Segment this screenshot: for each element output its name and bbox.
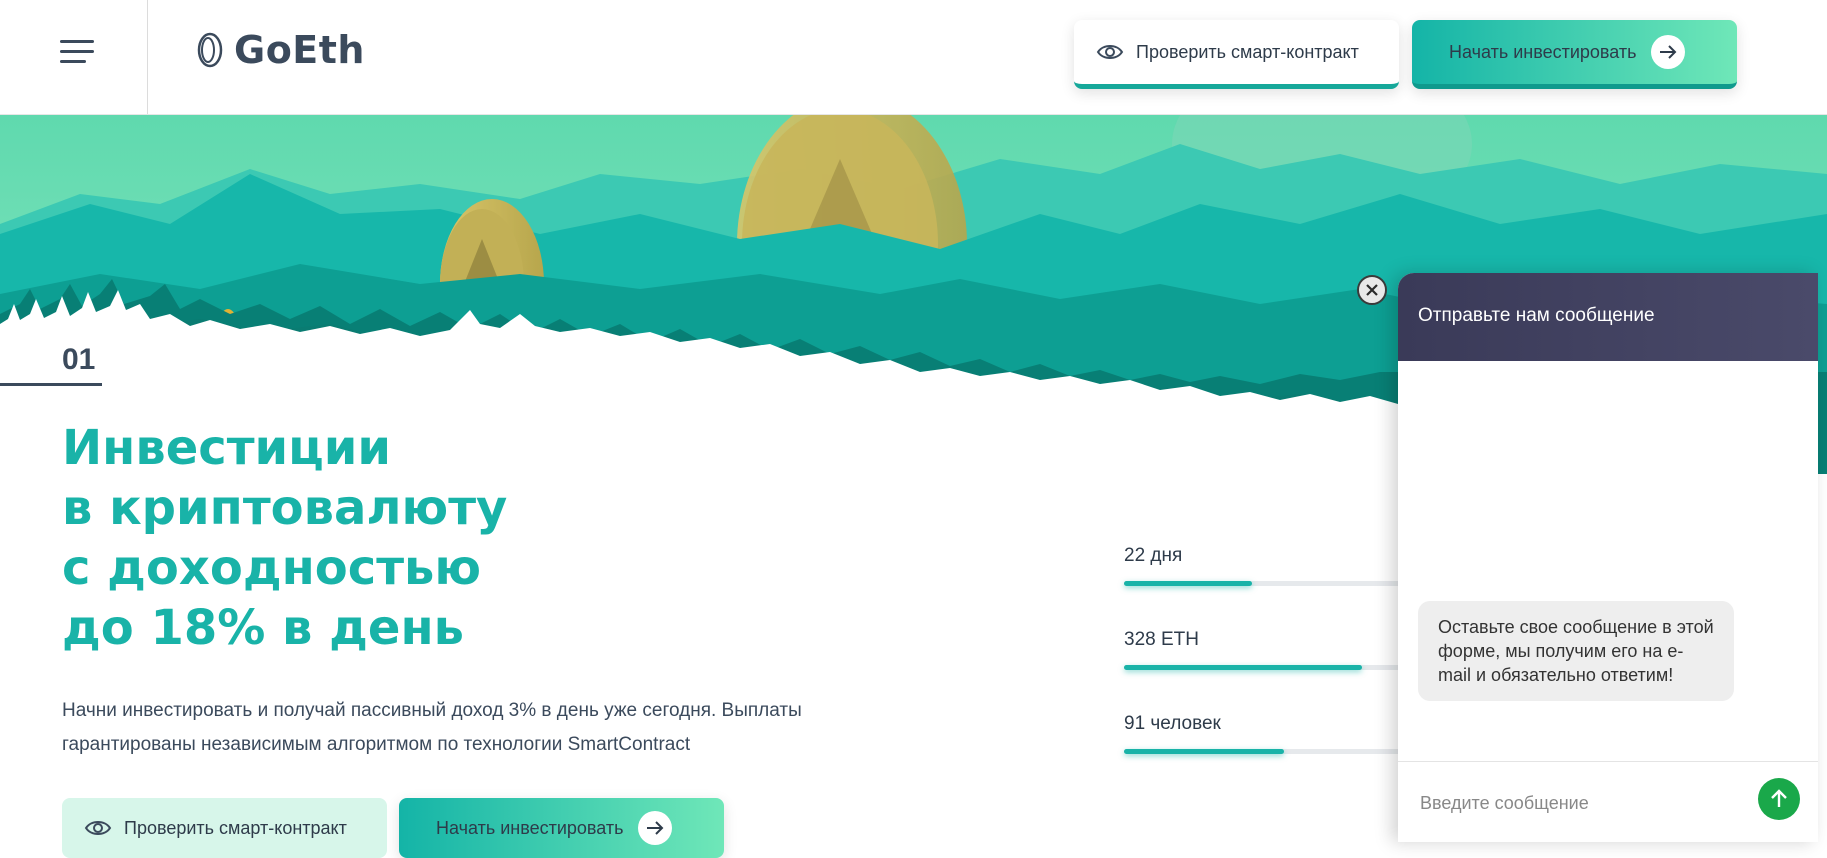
stat-label: 328 ETH [1124,629,1199,650]
stat-label: 91 человек [1124,713,1221,734]
eye-icon [1096,45,1124,59]
hero-title: Инвестиции в криптовалюту с доходностью … [62,418,662,658]
menu-icon[interactable] [60,40,96,66]
progress-fill [1124,665,1362,670]
progress-fill [1124,749,1284,754]
hero-title-line: в криптовалюту [62,480,508,536]
arrow-right-icon [637,811,672,845]
progress-fill [1124,581,1252,586]
hero-title-line: с доходностью [62,540,482,596]
hero-start-invest-button[interactable]: Начать инвестировать [399,798,724,858]
hero-start-invest-label: Начать инвестировать [436,817,624,838]
start-invest-label: Начать инвестировать [1449,41,1637,62]
brand-name: GoEth [234,28,365,72]
hero-description: Начни инвестировать и получай пассивный … [62,700,802,755]
chat-header: Отправьте нам сообщение [1398,273,1818,361]
check-contract-button[interactable]: Проверить смарт-контракт [1074,20,1399,89]
hero-title-line: Инвестиции [62,420,392,476]
hero-check-contract-button[interactable]: Проверить смарт-контракт [62,798,387,858]
chat-message-bubble: Оставьте свое сообщение в этой форме, мы… [1418,601,1734,701]
send-arrow-icon[interactable] [1758,778,1800,820]
coin-logo-icon [197,32,223,68]
stat-days: 22 дня [1124,545,1414,586]
hero-title-line: до 18% в день [62,600,464,656]
stat-label: 22 дня [1124,545,1183,566]
progress-track [1124,581,1414,586]
stat-eth: 328 ETH [1124,629,1414,670]
eye-icon [84,821,112,835]
hero-check-contract-label: Проверить смарт-контракт [124,817,347,838]
site-header: GoEth Проверить смарт-контракт Начать ин… [0,0,1827,115]
stat-people: 91 человек [1124,713,1414,754]
arrow-right-icon [1650,35,1685,69]
close-icon[interactable] [1357,275,1387,305]
header-divider [147,0,148,114]
chat-input-row [1398,761,1818,842]
progress-track [1124,749,1414,754]
logo[interactable]: GoEth [196,28,365,72]
slide-number: 01 [62,343,96,376]
progress-track [1124,665,1414,670]
start-invest-button[interactable]: Начать инвестировать [1412,20,1737,89]
check-contract-label: Проверить смарт-контракт [1136,41,1359,62]
chat-message-input[interactable] [1418,784,1742,822]
slide-indicator-line [0,383,102,386]
chat-widget: Отправьте нам сообщение Оставьте свое со… [1398,273,1818,842]
chat-title: Отправьте нам сообщение [1418,305,1655,326]
